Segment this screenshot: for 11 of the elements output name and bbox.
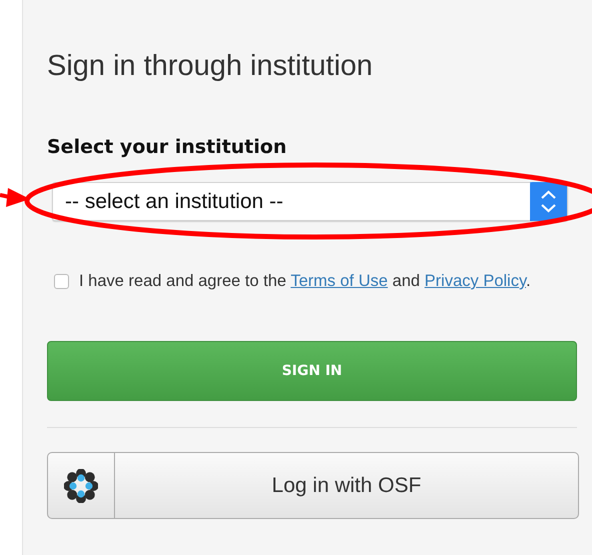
- osf-login-button[interactable]: Log in with OSF: [47, 452, 579, 519]
- agree-checkbox[interactable]: [54, 274, 69, 289]
- agreement-text: I have read and agree to the Terms of Use and Privacy Policy.: [79, 272, 531, 291]
- terms-link[interactable]: Terms of Use: [290, 272, 388, 290]
- dots-ring-icon: [64, 468, 98, 502]
- sign-in-button[interactable]: SIGN IN: [47, 341, 577, 401]
- field-label: Select your institution: [47, 136, 288, 158]
- privacy-link[interactable]: Privacy Policy: [424, 272, 526, 290]
- institution-select[interactable]: -- select an institution --: [52, 182, 568, 221]
- chevron-icon: [530, 182, 567, 221]
- page-title: Sign in through institution: [47, 50, 374, 83]
